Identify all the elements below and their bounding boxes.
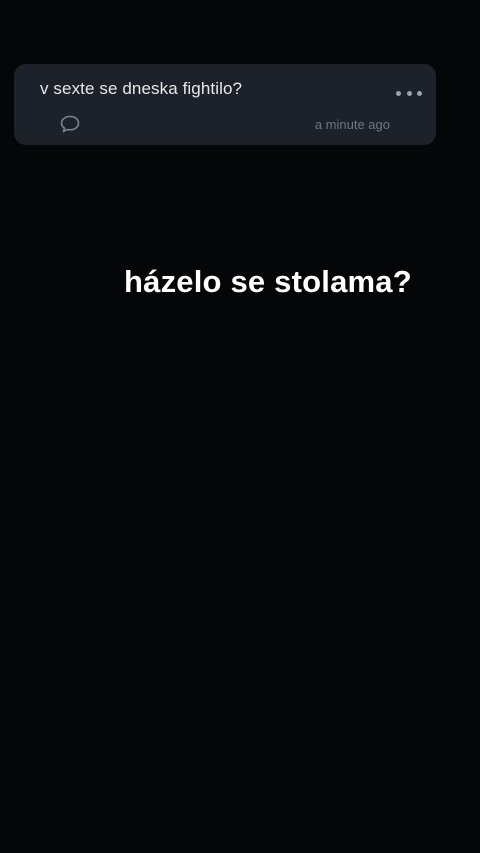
more-options-button[interactable] (396, 83, 422, 103)
question-text: v sexte se dneska fightilo? (40, 79, 243, 98)
more-dot (406, 90, 412, 96)
more-dot (417, 90, 422, 96)
more-horizontal-icon (396, 90, 401, 96)
story-caption: házelo se stolama? (124, 264, 412, 299)
question-card[interactable]: v sexte se dneska fightilo? a minute ago (14, 64, 436, 145)
comment-button[interactable] (58, 113, 82, 135)
comment-bubble-icon (60, 115, 80, 133)
timestamp: a minute ago (314, 117, 390, 132)
